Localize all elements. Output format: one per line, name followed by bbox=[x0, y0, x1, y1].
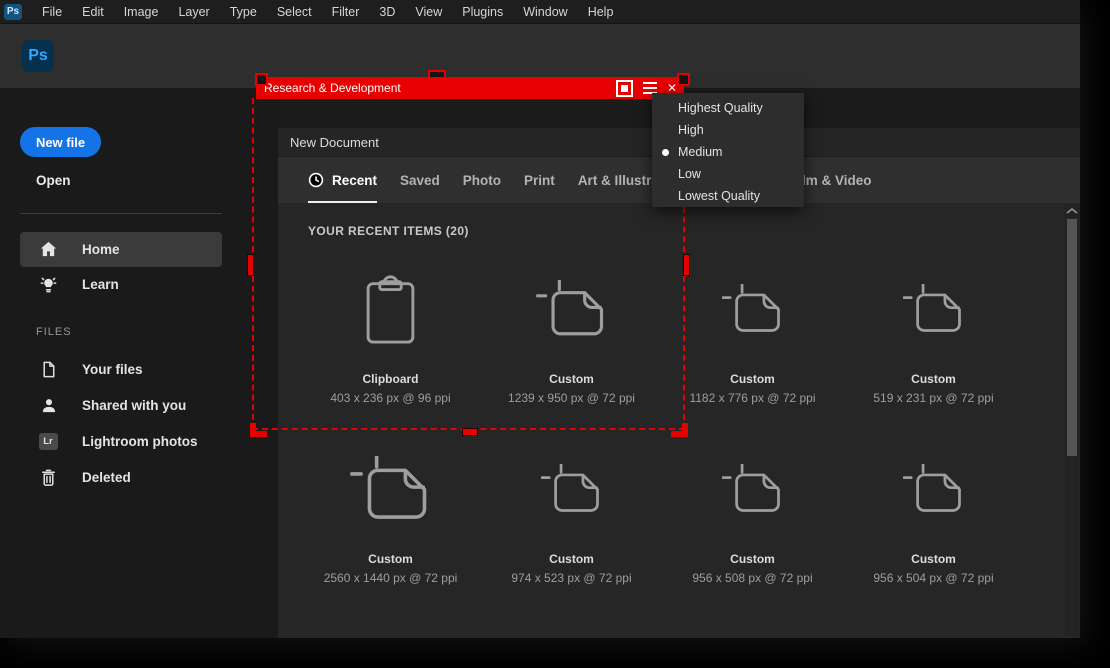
recent-item-custom[interactable]: Custom 974 x 523 px @ 72 ppi bbox=[481, 428, 662, 608]
resize-handle-bottom-middle[interactable] bbox=[462, 428, 478, 436]
lightbulb-icon bbox=[38, 275, 58, 295]
menu-filter[interactable]: Filter bbox=[322, 0, 370, 24]
recent-item-custom[interactable]: Custom 956 x 508 px @ 72 ppi bbox=[662, 428, 843, 608]
menu-edit[interactable]: Edit bbox=[72, 0, 114, 24]
ps-app-icon: Ps bbox=[4, 4, 22, 20]
custom-doc-icon bbox=[722, 258, 784, 360]
lr-badge-icon: Lr bbox=[38, 432, 58, 452]
menu-3d[interactable]: 3D bbox=[369, 0, 405, 24]
resize-handle-middle-left[interactable] bbox=[247, 254, 254, 276]
resize-handle-top-right[interactable] bbox=[677, 73, 690, 86]
menu-item-lowest-quality[interactable]: Lowest Quality bbox=[652, 185, 804, 207]
desktop-background: Ps File Edit Image Layer Type Select Fil… bbox=[0, 0, 1110, 668]
menu-item-high[interactable]: High bbox=[652, 119, 804, 141]
recent-item-custom[interactable]: Custom 519 x 231 px @ 72 ppi bbox=[843, 248, 1024, 428]
files-section-label: FILES bbox=[36, 326, 72, 338]
menu-item-highest-quality[interactable]: Highest Quality bbox=[652, 97, 804, 119]
selected-bullet-icon bbox=[662, 149, 669, 156]
capture-region-border bbox=[252, 98, 685, 430]
sidebar-item-your-files[interactable]: Your files bbox=[20, 352, 222, 387]
menu-window[interactable]: Window bbox=[513, 0, 577, 24]
resize-handle-top-left[interactable] bbox=[255, 73, 268, 86]
people-icon bbox=[38, 396, 58, 416]
dialog-scrollbar bbox=[1065, 203, 1079, 636]
custom-doc-icon bbox=[903, 258, 965, 360]
new-file-button[interactable]: New file bbox=[20, 127, 101, 157]
menu-select[interactable]: Select bbox=[267, 0, 322, 24]
capture-title: Research & Development bbox=[264, 81, 616, 95]
sidebar-item-deleted[interactable]: Deleted bbox=[20, 460, 222, 495]
menu-type[interactable]: Type bbox=[220, 0, 267, 24]
sidebar-item-lightroom-photos[interactable]: Lr Lightroom photos bbox=[20, 424, 222, 459]
menu-image[interactable]: Image bbox=[114, 0, 169, 24]
custom-doc-icon bbox=[722, 438, 784, 540]
resize-handle-middle-right[interactable] bbox=[683, 254, 690, 276]
sidebar-item-learn[interactable]: Learn bbox=[20, 267, 222, 302]
menu-item-medium[interactable]: Medium bbox=[652, 141, 804, 163]
resize-handle-bottom-left[interactable] bbox=[250, 423, 267, 437]
menu-view[interactable]: View bbox=[405, 0, 452, 24]
trash-icon bbox=[38, 468, 58, 488]
region-icon[interactable] bbox=[616, 80, 633, 97]
home-icon bbox=[38, 240, 58, 260]
custom-doc-icon bbox=[541, 438, 603, 540]
home-sidebar: New file Open Home Learn FILES Your file… bbox=[0, 88, 278, 638]
sidebar-item-shared-with-you[interactable]: Shared with you bbox=[20, 388, 222, 423]
resize-handle-bottom-right[interactable] bbox=[671, 423, 688, 437]
quality-dropdown-menu: Highest Quality High Medium Low Lowest Q… bbox=[652, 93, 804, 207]
ps-logo: Ps bbox=[22, 40, 54, 72]
open-button[interactable]: Open bbox=[36, 173, 71, 188]
custom-doc-icon bbox=[903, 438, 965, 540]
menu-layer[interactable]: Layer bbox=[168, 0, 219, 24]
menu-bar: Ps File Edit Image Layer Type Select Fil… bbox=[0, 0, 1080, 24]
scrollbar-thumb[interactable] bbox=[1067, 219, 1077, 456]
recent-item-custom[interactable]: Custom 2560 x 1440 px @ 72 ppi bbox=[300, 428, 481, 608]
menu-file[interactable]: File bbox=[32, 0, 72, 24]
sidebar-divider bbox=[20, 213, 222, 214]
recent-item-custom[interactable]: Custom 956 x 504 px @ 72 ppi bbox=[843, 428, 1024, 608]
menu-help[interactable]: Help bbox=[578, 0, 624, 24]
resize-handle-top-middle[interactable] bbox=[428, 70, 446, 79]
menu-item-low[interactable]: Low bbox=[652, 163, 804, 185]
file-icon bbox=[38, 360, 58, 380]
scroll-up-icon[interactable] bbox=[1066, 207, 1078, 215]
capture-title-bar[interactable]: Research & Development ✕ bbox=[256, 77, 684, 99]
custom-doc-icon bbox=[350, 438, 432, 540]
sidebar-item-home[interactable]: Home bbox=[20, 232, 222, 267]
menu-plugins[interactable]: Plugins bbox=[452, 0, 513, 24]
